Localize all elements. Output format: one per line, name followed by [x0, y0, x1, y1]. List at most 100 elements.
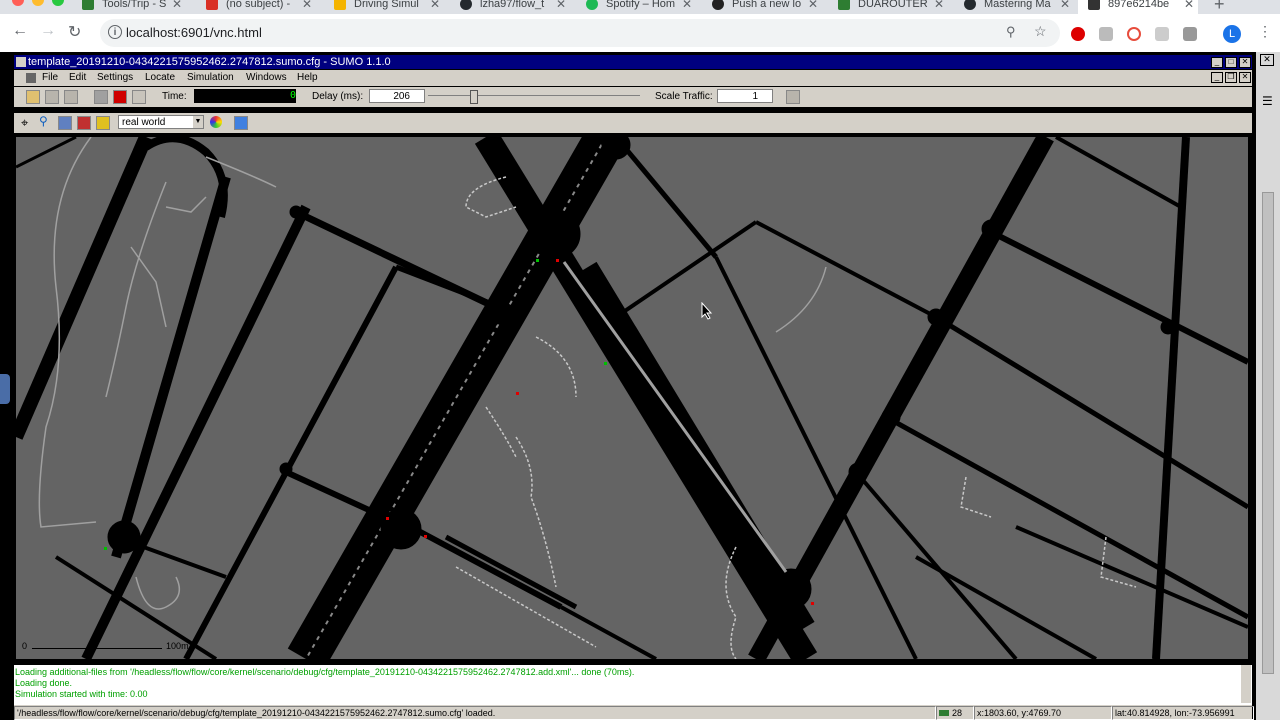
- junction: [881, 407, 901, 427]
- adblock-extension-icon[interactable]: [1071, 27, 1085, 41]
- vnc-control-bar-handle[interactable]: [0, 374, 10, 404]
- log-line: Loading done.: [15, 678, 73, 688]
- close-icon[interactable]: ✕: [1260, 54, 1274, 66]
- mdi-restore-button[interactable]: ❐: [1225, 72, 1237, 83]
- menu-simulation[interactable]: Simulation: [187, 72, 234, 83]
- new-view-icon[interactable]: [786, 90, 800, 104]
- open-config-icon[interactable]: [26, 90, 40, 104]
- zoom-icon[interactable]: ⚲: [39, 114, 48, 128]
- signal-green: [104, 547, 107, 550]
- browser-tab[interactable]: Push a new lo ✕: [712, 0, 818, 14]
- network-coordinates: x:1803.60, y:4769.70: [974, 706, 1112, 720]
- edit-coloring-icon[interactable]: [210, 116, 222, 128]
- browser-tab-active[interactable]: 897e6214be ✕: [1078, 0, 1198, 14]
- locate-vehicle-icon[interactable]: [77, 116, 91, 130]
- reload-icon[interactable]: ↻: [68, 22, 81, 42]
- menu-edit[interactable]: Edit: [69, 72, 86, 83]
- browser-tab[interactable]: DUAROUTER ✕: [838, 0, 944, 14]
- address-bar[interactable]: i localhost:6901/vnc.html ⚲ ☆: [100, 19, 1060, 47]
- scale-traffic-input[interactable]: 1: [717, 89, 773, 103]
- extension-icon[interactable]: [1099, 27, 1113, 41]
- tab-close-icon[interactable]: ✕: [808, 0, 818, 11]
- zoom-icon[interactable]: ⚲: [1006, 24, 1016, 40]
- road: [1055, 137, 1182, 209]
- tab-favicon-icon: [82, 0, 94, 10]
- road: [614, 220, 758, 319]
- footpath: [135, 576, 181, 610]
- browser-tab[interactable]: (no subject) - ✕: [206, 0, 312, 14]
- locate-tls-icon[interactable]: [96, 116, 110, 130]
- browser-tab[interactable]: Driving Simul ✕: [334, 0, 440, 14]
- junction: [486, 305, 506, 325]
- menu-windows[interactable]: Windows: [246, 72, 287, 83]
- tab-close-icon[interactable]: ✕: [556, 0, 566, 11]
- gmail-icon: [206, 0, 218, 10]
- maximize-window-dot[interactable]: [52, 0, 64, 6]
- signal-green: [536, 259, 539, 262]
- footpath: [130, 246, 167, 328]
- browser-tab[interactable]: lzha97/flow_t ✕: [460, 0, 566, 14]
- chevron-down-icon[interactable]: ▼: [193, 116, 203, 128]
- extension-icon[interactable]: [1127, 27, 1141, 41]
- mdi-close-button[interactable]: ✕: [1239, 72, 1251, 83]
- forward-arrow-icon[interactable]: →: [40, 22, 56, 40]
- maximize-button[interactable]: □: [1225, 57, 1237, 68]
- extension-icon[interactable]: [1155, 27, 1169, 41]
- extension-icon[interactable]: [1183, 27, 1197, 41]
- close-window-dot[interactable]: [12, 0, 24, 6]
- signal-red: [516, 392, 519, 395]
- screenshot-icon[interactable]: [234, 116, 248, 130]
- browser-tab[interactable]: Mastering Ma ✕: [964, 0, 1070, 14]
- delay-slider-handle[interactable]: [470, 90, 478, 104]
- vnc-viewport[interactable]: ✕ ☰ template_20191210-0434221575952462.2…: [0, 52, 1280, 720]
- bookmark-star-icon[interactable]: ☆: [1034, 23, 1047, 40]
- tab-close-icon[interactable]: ✕: [430, 0, 440, 11]
- slides-icon: [334, 0, 346, 10]
- locate-junction-icon[interactable]: [58, 116, 72, 130]
- tab-close-icon[interactable]: ✕: [1060, 0, 1070, 11]
- tab-close-icon[interactable]: ✕: [1184, 0, 1194, 11]
- url-text[interactable]: localhost:6901/vnc.html: [126, 25, 262, 40]
- new-tab-icon[interactable]: +: [1214, 0, 1225, 14]
- delay-input[interactable]: 206: [369, 89, 425, 103]
- close-button[interactable]: ✕: [1239, 57, 1251, 68]
- browser-tabstrip: Tools/Trip - S ✕ (no subject) - ✕ Driving …: [0, 0, 1280, 14]
- browser-tab[interactable]: Spotify – Hom ✕: [586, 0, 692, 14]
- road: [915, 555, 1097, 659]
- tab-close-icon[interactable]: ✕: [302, 0, 312, 11]
- tab-close-icon[interactable]: ✕: [682, 0, 692, 11]
- minimize-button[interactable]: _: [1211, 57, 1223, 68]
- menu-settings[interactable]: Settings: [97, 72, 133, 83]
- recenter-icon[interactable]: ⌖: [21, 115, 28, 131]
- network-map-view[interactable]: 0 100m: [16, 137, 1248, 659]
- sidewalk: [960, 476, 992, 518]
- github-icon: [964, 0, 976, 10]
- minimize-window-dot[interactable]: [32, 0, 44, 6]
- back-arrow-icon[interactable]: ←: [12, 22, 28, 40]
- menu-help[interactable]: Help: [297, 72, 318, 83]
- run-icon[interactable]: [94, 90, 108, 104]
- road: [409, 524, 563, 610]
- time-label: Time:: [162, 91, 187, 102]
- tab-close-icon[interactable]: ✕: [934, 0, 944, 11]
- step-icon[interactable]: [132, 90, 146, 104]
- reload-simulation-icon[interactable]: [64, 90, 78, 104]
- browser-menu-icon[interactable]: ⋮: [1258, 23, 1272, 40]
- window-title: template_20191210-0434221575952462.27478…: [28, 56, 391, 68]
- profile-avatar[interactable]: L: [1223, 25, 1241, 43]
- scrollbar[interactable]: [1262, 192, 1274, 674]
- sumo-title-bar: template_20191210-0434221575952462.27478…: [14, 55, 1252, 69]
- hamburger-icon[interactable]: ☰: [1262, 94, 1273, 108]
- tab-close-icon[interactable]: ✕: [172, 0, 182, 11]
- scrollbar[interactable]: [1241, 665, 1251, 703]
- menu-file[interactable]: File: [42, 72, 58, 83]
- color-scheme-select[interactable]: real world ▼: [118, 115, 204, 129]
- menu-locate[interactable]: Locate: [145, 72, 175, 83]
- road: [183, 265, 399, 659]
- mdi-minimize-button[interactable]: _: [1211, 72, 1223, 83]
- stop-icon[interactable]: [113, 90, 127, 104]
- open-network-icon[interactable]: [45, 90, 59, 104]
- delay-slider[interactable]: [428, 95, 640, 98]
- browser-tab[interactable]: Tools/Trip - S ✕: [82, 0, 182, 14]
- site-info-icon[interactable]: i: [108, 25, 122, 39]
